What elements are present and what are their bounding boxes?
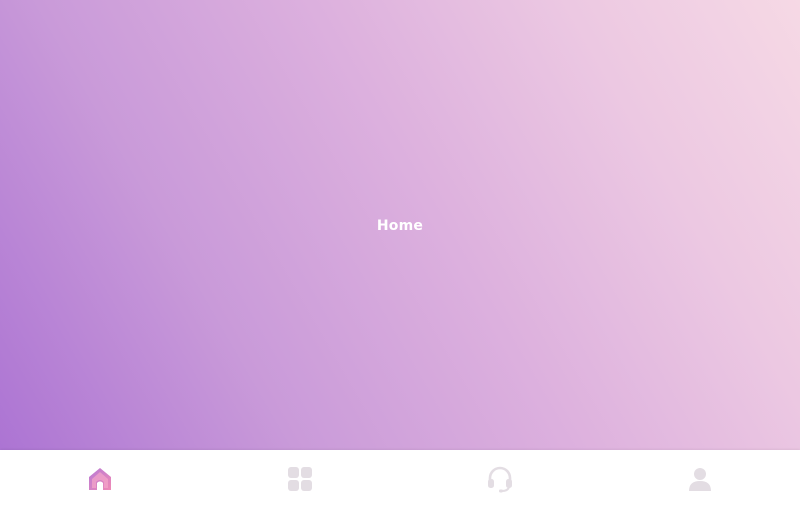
tab-apps[interactable] — [200, 450, 400, 508]
app-window: Home — [0, 0, 800, 508]
bottom-tab-bar — [0, 450, 800, 508]
home-icon — [86, 465, 114, 493]
user-icon — [687, 466, 713, 492]
grid-icon — [287, 466, 313, 492]
tab-home[interactable] — [0, 450, 200, 508]
headset-icon — [486, 465, 514, 493]
page-title: Home — [376, 218, 424, 234]
tab-profile[interactable] — [600, 450, 800, 508]
main-content: Home — [0, 0, 800, 450]
tab-support[interactable] — [400, 450, 600, 508]
